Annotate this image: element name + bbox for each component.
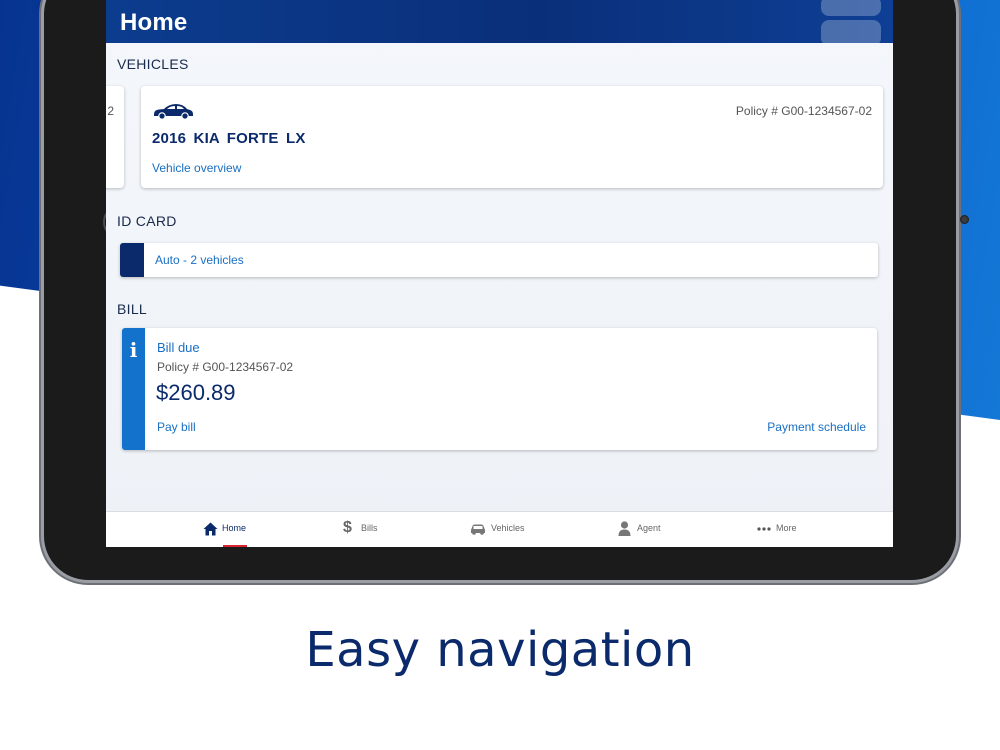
bill-section-label: BILL	[117, 301, 147, 317]
vehicle-card-previous[interactable]: 2	[106, 86, 124, 188]
vehicle-overview-link[interactable]: Vehicle overview	[152, 161, 241, 175]
bill-policy-number: Policy # G00-1234567-02	[157, 360, 294, 374]
nav-label-vehicles: Vehicles	[491, 523, 525, 533]
app-header: Home	[106, 0, 893, 43]
bottom-nav: Home $ Bills Vehicles Agent More	[106, 511, 893, 547]
brand-logo-icon	[821, 0, 881, 43]
nav-item-vehicles[interactable]: Vehicles	[470, 512, 530, 547]
car-icon	[471, 524, 485, 535]
nav-label-home: Home	[222, 523, 247, 533]
dollar-icon: $	[343, 519, 352, 536]
bill-status: Bill due	[157, 340, 200, 355]
nav-label-bills: Bills	[361, 523, 378, 533]
vehicle-name: 2016 KIA FORTE LX	[152, 130, 306, 147]
id-card-stripe	[120, 243, 144, 277]
vehicle-policy-number: Policy # G00-1234567-02	[735, 104, 872, 118]
more-icon	[757, 527, 771, 531]
camera-icon	[960, 215, 969, 224]
vehicles-section-label: VEHICLES	[117, 56, 189, 72]
nav-active-indicator	[223, 545, 247, 547]
peek-card-text: 2	[107, 104, 114, 118]
page-title: Home	[120, 9, 188, 36]
id-card-section-label: ID CARD	[117, 213, 177, 229]
car-icon	[154, 104, 193, 120]
home-icon	[203, 522, 218, 536]
payment-schedule-link[interactable]: Payment schedule	[767, 420, 866, 434]
app-screen: Home VEHICLES 2 Policy # G00-1234567-02 …	[106, 0, 893, 547]
vehicle-card[interactable]: Policy # G00-1234567-02 2016 KIA FORTE L…	[141, 86, 883, 188]
info-glyph: i	[129, 338, 138, 362]
bill-amount: $260.89	[156, 380, 236, 405]
nav-item-more[interactable]: More	[757, 512, 807, 547]
nav-label-agent: Agent	[637, 523, 661, 533]
person-icon	[618, 521, 631, 536]
id-card-row[interactable]: Auto - 2 vehicles	[120, 243, 878, 277]
id-card-link[interactable]: Auto - 2 vehicles	[155, 253, 244, 267]
nav-item-bills[interactable]: $ Bills	[342, 512, 392, 547]
nav-item-agent[interactable]: Agent	[618, 512, 668, 547]
pay-bill-link[interactable]: Pay bill	[157, 420, 196, 434]
tagline: Easy navigation	[305, 622, 695, 678]
info-icon: i	[122, 328, 145, 450]
nav-item-home[interactable]: Home	[201, 512, 261, 547]
nav-label-more: More	[776, 523, 797, 533]
bill-card: i Bill due Policy # G00-1234567-02 $260.…	[122, 328, 877, 450]
